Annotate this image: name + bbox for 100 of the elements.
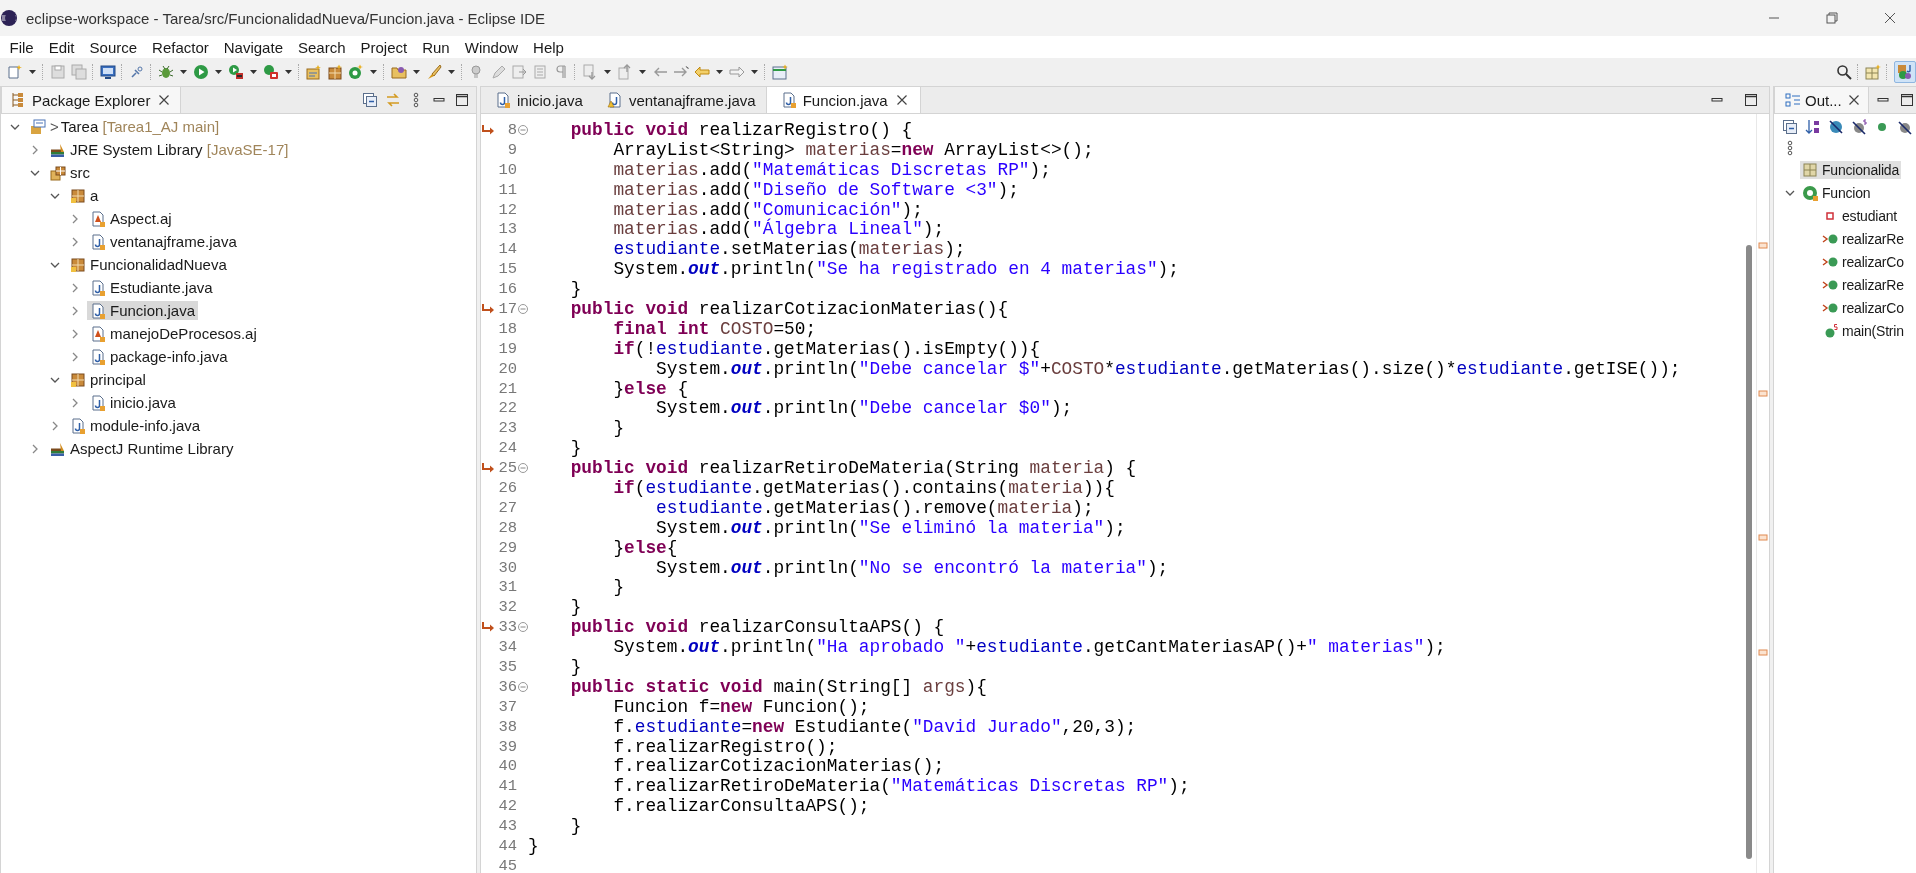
collapse-icon[interactable]	[516, 123, 529, 136]
tree-item[interactable]: Estudiante.java	[87, 278, 216, 297]
package-icon	[70, 187, 86, 204]
outline-item[interactable]: Funcionalida	[1800, 160, 1901, 179]
window-plus-icon[interactable]	[772, 64, 788, 80]
package-box-icon[interactable]	[327, 64, 343, 80]
tree-item[interactable]: principal	[67, 370, 149, 389]
link-arrows-icon[interactable]	[385, 92, 401, 108]
run-icon[interactable]	[193, 64, 209, 80]
left-arrow-icon[interactable]	[694, 64, 710, 80]
outline-item[interactable]: Funcion	[1800, 183, 1873, 202]
external-tool-icon[interactable]	[263, 64, 279, 80]
outline-item[interactable]: realizarRe	[1820, 229, 1906, 248]
caret-icon[interactable]	[447, 67, 456, 77]
collapse-all-icon[interactable]	[362, 92, 378, 108]
caret-icon[interactable]	[28, 67, 37, 77]
menu-item[interactable]: Source	[82, 38, 145, 56]
new-project-icon[interactable]	[306, 64, 322, 80]
bug-icon[interactable]	[158, 64, 174, 80]
tree-item[interactable]: module-info.java	[67, 416, 204, 435]
package-view-icon	[10, 92, 26, 108]
outline-item[interactable]: realizarRe	[1820, 275, 1906, 294]
java-file-icon	[90, 279, 106, 296]
outline-item[interactable]: main(Strin	[1820, 321, 1906, 340]
menu-item[interactable]: Help	[525, 38, 572, 56]
caret-icon[interactable]	[214, 67, 223, 77]
view-tab[interactable]: Package Explorer	[1, 87, 182, 113]
outline-item[interactable]: realizarCo	[1820, 298, 1906, 317]
editor-tab[interactable]: inicio.java	[481, 87, 593, 113]
menu-item[interactable]: Window	[457, 38, 526, 56]
caret-icon[interactable]	[369, 67, 378, 77]
collapse-all-icon[interactable]	[1782, 119, 1798, 135]
caret-icon[interactable]	[750, 67, 759, 77]
tree-item[interactable]: AspectJ Runtime Library	[47, 439, 237, 458]
hide-fields-icon[interactable]	[1828, 119, 1844, 135]
search-icon[interactable]	[1836, 64, 1852, 80]
tree-item[interactable]: src	[47, 163, 93, 182]
hide-static-icon[interactable]	[1851, 119, 1867, 135]
caret-icon[interactable]	[179, 67, 188, 77]
editor-tab[interactable]: Funcion.java	[765, 87, 921, 113]
tree-item[interactable]: FuncionalidadNueva	[67, 255, 230, 274]
maximize-icon[interactable]	[1898, 92, 1915, 108]
new-file-icon[interactable]	[7, 64, 23, 80]
hide-local-icon[interactable]	[1897, 119, 1913, 135]
collapse-icon[interactable]	[516, 462, 529, 475]
code-line: System.out.println("Ha aprobado "+estudiante.getCantMateriasAP()+" materias");	[612, 637, 1446, 658]
menu-item[interactable]: Project	[353, 38, 415, 56]
caret-icon[interactable]	[715, 67, 724, 77]
line-number: 39	[497, 737, 517, 756]
code-line: System.out.println("No se encontró la materia");	[655, 557, 1169, 578]
menu-item[interactable]: Edit	[41, 38, 83, 56]
collapse-icon[interactable]	[516, 621, 529, 634]
menu-item[interactable]: File	[2, 38, 42, 56]
maximize-icon[interactable]	[454, 92, 470, 108]
collapse-icon[interactable]	[516, 680, 529, 693]
source-folder-icon	[50, 164, 66, 181]
new-class-icon[interactable]	[348, 64, 364, 80]
pen-icon[interactable]	[490, 64, 506, 80]
tree-item[interactable]: manejoDeProcesos.aj	[87, 324, 260, 343]
brush-icon[interactable]	[426, 64, 442, 80]
pilcrow-icon[interactable]	[553, 64, 569, 80]
monitor-icon[interactable]	[100, 64, 116, 80]
tree-item[interactable]: Aspect.aj	[87, 209, 175, 228]
tree-item[interactable]: Funcion.java	[87, 301, 199, 320]
caret-icon[interactable]	[249, 67, 258, 77]
tree-item[interactable]: package-info.java	[87, 347, 231, 366]
scrollbar-thumb[interactable]	[1746, 245, 1752, 859]
caret-icon[interactable]	[284, 67, 293, 77]
maximize-icon[interactable]	[1743, 92, 1759, 108]
menu-item[interactable]: Search	[290, 38, 353, 56]
sort-icon[interactable]	[1805, 119, 1821, 135]
run-toolbox-icon[interactable]	[228, 64, 244, 80]
up-arrow-icon[interactable]	[617, 64, 633, 80]
right-arrow-icon[interactable]	[729, 64, 745, 80]
code-line: System.out.println("Se ha registrado en 4 materias");	[612, 259, 1179, 280]
outline-item[interactable]: estudiant	[1820, 206, 1900, 225]
tree-item[interactable]: inicio.java	[87, 393, 179, 412]
code-line: }else{	[612, 537, 678, 558]
restore-icon[interactable]	[1824, 10, 1840, 26]
caret-icon[interactable]	[603, 67, 612, 77]
down-arrow-icon[interactable]	[582, 64, 598, 80]
link-icon[interactable]	[129, 64, 145, 80]
caret-icon[interactable]	[412, 67, 421, 77]
perspective-icon[interactable]	[1894, 61, 1916, 83]
outline-item[interactable]: realizarCo	[1820, 252, 1906, 271]
tree-item[interactable]: JRE System Library [JavaSE-17]	[47, 140, 292, 159]
editor-tab[interactable]: ventanajframe.java	[592, 87, 766, 113]
folder-icon[interactable]	[391, 64, 407, 80]
view-tab[interactable]: Out...	[1774, 87, 1869, 113]
grid-plus-icon[interactable]	[1865, 64, 1881, 80]
menu-item[interactable]: Navigate	[216, 38, 291, 56]
code-line: materias.add("Álgebra Lineal");	[612, 219, 945, 240]
caret-icon[interactable]	[638, 67, 647, 77]
tree-item[interactable]: ventanajframe.java	[87, 232, 240, 251]
collapse-icon[interactable]	[516, 302, 529, 315]
tree-item[interactable]: a	[67, 186, 102, 205]
close-icon[interactable]	[1882, 10, 1898, 26]
menu-item[interactable]: Run	[414, 38, 458, 56]
menu-item[interactable]: Refactor	[144, 38, 217, 56]
tree-item[interactable]: >Tarea [Tarea1_AJ main]	[27, 117, 223, 136]
